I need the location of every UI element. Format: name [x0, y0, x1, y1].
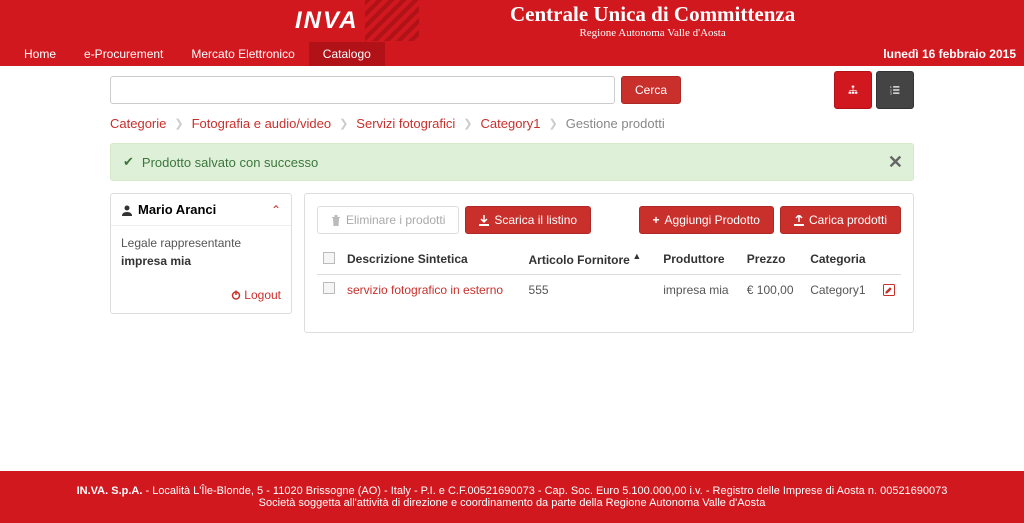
- table-row: servizio fotografico in esterno 555 impr…: [317, 275, 901, 305]
- numbered-list-icon: 123: [890, 82, 900, 98]
- nav-eprocurement[interactable]: e-Procurement: [70, 42, 177, 66]
- logo-image: [365, 0, 419, 41]
- upload-products-button[interactable]: Carica prodotti: [780, 206, 901, 234]
- cell-category: Category1: [804, 275, 877, 305]
- user-company: impresa mia: [121, 254, 281, 268]
- download-listino-button[interactable]: Scarica il listino: [465, 206, 591, 234]
- chevron-right-icon: ❯: [548, 117, 557, 130]
- chevron-right-icon: ❯: [463, 117, 472, 130]
- breadcrumb-link[interactable]: Category1: [481, 116, 541, 131]
- footer: IN.VA. S.p.A. - Località L'Île-Blonde, 5…: [0, 471, 1024, 523]
- breadcrumb-link[interactable]: Fotografia e audio/video: [192, 116, 331, 131]
- top-banner: INVA Centrale Unica di Committenza Regio…: [0, 0, 1024, 41]
- chevron-right-icon: ❯: [174, 117, 183, 130]
- breadcrumb-link[interactable]: Servizi fotografici: [356, 116, 455, 131]
- col-category[interactable]: Categoria: [804, 244, 877, 275]
- main-panel: Eliminare i prodotti Scarica il listino …: [304, 193, 914, 333]
- delete-products-button[interactable]: Eliminare i prodotti: [317, 206, 459, 234]
- edit-icon[interactable]: [883, 284, 895, 296]
- user-panel-toggle[interactable]: Mario Aranci ⌃: [111, 194, 291, 226]
- search-input[interactable]: [110, 76, 615, 104]
- site-title: Centrale Unica di Committenza: [510, 2, 795, 27]
- nav-home[interactable]: Home: [10, 42, 70, 66]
- user-icon: [121, 204, 133, 216]
- site-subtitle: Regione Autonoma Valle d'Aosta: [510, 27, 795, 39]
- col-producer[interactable]: Produttore: [657, 244, 741, 275]
- add-product-button[interactable]: + Aggiungi Prodotto: [639, 206, 774, 234]
- chevron-right-icon: ❯: [339, 117, 348, 130]
- cell-article: 555: [523, 275, 658, 305]
- cell-price: € 100,00: [741, 275, 804, 305]
- breadcrumb: Categorie ❯ Fotografia e audio/video ❯ S…: [110, 116, 914, 131]
- trash-icon: [331, 215, 341, 226]
- user-role: Legale rappresentante: [121, 236, 281, 250]
- sort-asc-icon: ▲: [630, 251, 641, 261]
- current-date: lunedì 16 febbraio 2015: [883, 47, 1016, 61]
- col-article[interactable]: Articolo Fornitore ▲: [523, 244, 658, 275]
- view-list-button[interactable]: 123: [876, 71, 914, 109]
- row-checkbox[interactable]: [323, 282, 335, 294]
- search-row: Cerca 123: [110, 76, 914, 104]
- power-icon: [231, 290, 241, 300]
- alert-message: Prodotto salvato con successo: [142, 155, 318, 170]
- footer-line2: Società soggetta all'attività di direzio…: [20, 497, 1004, 509]
- svg-text:3: 3: [890, 91, 892, 95]
- toolbar: Eliminare i prodotti Scarica il listino …: [317, 206, 901, 234]
- logo-text: INVA: [295, 7, 359, 35]
- user-sidebar: Mario Aranci ⌃ Legale rappresentante imp…: [110, 193, 292, 314]
- footer-company: IN.VA. S.p.A.: [77, 485, 143, 497]
- logo-area: INVA: [295, 0, 419, 41]
- chevron-up-icon: ⌃: [271, 203, 281, 217]
- products-table: Descrizione Sintetica Articolo Fornitore…: [317, 244, 901, 304]
- col-description[interactable]: Descrizione Sintetica: [341, 244, 523, 275]
- plus-icon: +: [653, 213, 660, 227]
- upload-icon: [794, 215, 804, 226]
- col-price[interactable]: Prezzo: [741, 244, 804, 275]
- title-area: Centrale Unica di Committenza Regione Au…: [510, 2, 795, 39]
- check-icon: ✔: [123, 154, 134, 170]
- navbar: Home e-Procurement Mercato Elettronico C…: [0, 41, 1024, 66]
- user-name: Mario Aranci: [138, 202, 216, 217]
- nav-mercato[interactable]: Mercato Elettronico: [177, 42, 308, 66]
- success-alert: ✔ Prodotto salvato con successo ✕: [110, 143, 914, 181]
- search-button[interactable]: Cerca: [621, 76, 681, 104]
- download-icon: [479, 215, 489, 226]
- sitemap-icon: [848, 82, 858, 98]
- logout-link[interactable]: Logout: [231, 288, 281, 302]
- select-all-checkbox[interactable]: [323, 252, 335, 264]
- view-tree-button[interactable]: [834, 71, 872, 109]
- product-desc-link[interactable]: servizio fotografico in esterno: [347, 283, 503, 297]
- footer-line1: - Località L'Île-Blonde, 5 - 11020 Briss…: [142, 485, 947, 497]
- breadcrumb-link[interactable]: Categorie: [110, 116, 166, 131]
- cell-producer: impresa mia: [657, 275, 741, 305]
- breadcrumb-current: Gestione prodotti: [566, 116, 665, 131]
- close-icon[interactable]: ✕: [888, 152, 903, 173]
- nav-catalogo[interactable]: Catalogo: [309, 42, 385, 66]
